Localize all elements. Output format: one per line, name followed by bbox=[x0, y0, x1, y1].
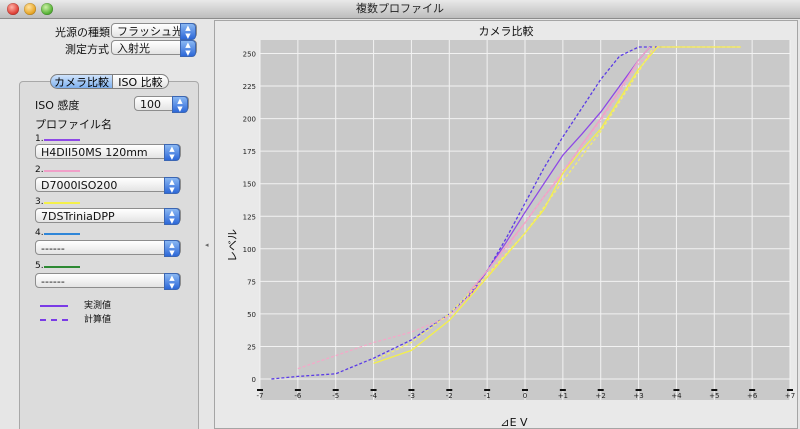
profile-number: 3. bbox=[35, 197, 44, 207]
profile-value: ------ bbox=[41, 275, 65, 288]
metering-select[interactable]: 入射光 ▲ ▼ bbox=[111, 40, 197, 57]
light-source-select[interactable]: フラッシュ光 ▲ ▼ bbox=[111, 23, 197, 40]
zoom-window-button[interactable] bbox=[41, 3, 53, 15]
close-window-button[interactable] bbox=[7, 3, 19, 15]
x-tick-label: +6 bbox=[747, 392, 758, 400]
iso-label: ISO 感度 bbox=[35, 99, 80, 112]
profile-number: 5. bbox=[35, 261, 44, 271]
profile-value: ------ bbox=[41, 242, 65, 255]
x-tick-label: 0 bbox=[523, 392, 527, 400]
x-tick-mark bbox=[446, 389, 453, 391]
profile-select-4[interactable]: ------ ▲ ▼ bbox=[35, 240, 181, 257]
x-tick-label: -1 bbox=[484, 392, 491, 400]
profile-number: 2. bbox=[35, 165, 44, 175]
y-tick-label: 75 bbox=[247, 278, 256, 286]
profile-value: H4DII50MS 120mm bbox=[41, 146, 148, 159]
y-axis-ticks: 0 25 50 75 100 125 150 175 200 225 250 bbox=[243, 51, 256, 384]
x-axis-ticks: -7 -6 -5 -4 -3 -2 -1 0 +1 +2 +3 +4 +5 +6 +7 bbox=[257, 389, 795, 400]
profile-color-swatch bbox=[44, 202, 80, 204]
y-tick-label: 0 bbox=[252, 376, 256, 384]
y-tick-label: 175 bbox=[243, 148, 256, 156]
x-tick-mark bbox=[749, 389, 756, 391]
profile-number: 1. bbox=[35, 134, 44, 144]
x-tick-label: -3 bbox=[408, 392, 415, 400]
split-view-handle[interactable]: ◂ bbox=[205, 241, 209, 249]
legend-measured-label: 実測値 bbox=[84, 301, 112, 311]
profile-select-2[interactable]: D7000ISO200 ▲ ▼ bbox=[35, 177, 181, 194]
x-tick-mark bbox=[673, 389, 680, 391]
metering-label: 測定方式 bbox=[65, 43, 109, 56]
x-tick-label: -2 bbox=[446, 392, 453, 400]
x-tick-mark bbox=[484, 389, 491, 391]
y-tick-label: 150 bbox=[243, 181, 256, 189]
x-tick-label: -6 bbox=[294, 392, 302, 400]
chevron-updown-icon: ▲ ▼ bbox=[172, 96, 188, 113]
metering-value: 入射光 bbox=[117, 42, 150, 55]
profile-color-swatch bbox=[44, 233, 80, 235]
iso-select[interactable]: 100 ▲ ▼ bbox=[134, 96, 189, 113]
minimize-window-button[interactable] bbox=[24, 3, 36, 15]
x-tick-mark bbox=[559, 389, 566, 391]
chevron-updown-icon: ▲ ▼ bbox=[164, 144, 180, 161]
y-tick-label: 250 bbox=[243, 51, 256, 59]
profile-color-swatch bbox=[44, 170, 80, 172]
chevron-updown-icon: ▲ ▼ bbox=[164, 208, 180, 225]
chevron-updown-icon: ▲ ▼ bbox=[180, 23, 196, 40]
x-tick-label: +4 bbox=[671, 392, 682, 400]
profile-color-swatch bbox=[44, 266, 80, 268]
chevron-updown-icon: ▲ ▼ bbox=[180, 40, 196, 57]
profile-value: D7000ISO200 bbox=[41, 179, 118, 192]
y-tick-label: 100 bbox=[243, 246, 256, 254]
legend-calculated-line bbox=[40, 319, 68, 321]
x-tick-mark bbox=[711, 389, 718, 391]
x-tick-label: -4 bbox=[370, 392, 378, 400]
y-tick-label: 25 bbox=[247, 343, 256, 351]
x-tick-mark bbox=[257, 389, 263, 391]
profile-color-swatch bbox=[44, 139, 80, 141]
x-tick-mark bbox=[522, 389, 528, 391]
window: 複数プロファイル 光源の種類 フラッシュ光 ▲ ▼ 測定方式 入射光 ▲ ▼ カメラ… bbox=[0, 0, 800, 429]
light-source-value: フラッシュ光 bbox=[117, 25, 183, 38]
legend-measured-line bbox=[40, 305, 68, 307]
light-source-label: 光源の種類 bbox=[55, 26, 110, 39]
y-axis-label: レベル bbox=[226, 229, 239, 262]
profile-number: 4. bbox=[35, 228, 44, 238]
profile-value: 7DSTriniaDPP bbox=[41, 210, 115, 223]
legend-calculated-label: 計算値 bbox=[84, 315, 112, 325]
x-tick-label: +2 bbox=[596, 392, 606, 400]
y-tick-label: 125 bbox=[243, 213, 256, 221]
x-tick-mark bbox=[294, 389, 301, 391]
x-tick-mark bbox=[597, 389, 604, 391]
x-tick-label: +7 bbox=[785, 392, 795, 400]
x-tick-mark bbox=[408, 389, 415, 391]
x-tick-label: +3 bbox=[633, 392, 643, 400]
y-tick-label: 50 bbox=[247, 311, 256, 319]
level-curve-chart: 0255075100125150175200225250 -7 -6 -5 -4 -3-… bbox=[226, 40, 795, 429]
chevron-updown-icon: ▲ ▼ bbox=[164, 273, 180, 290]
x-tick-label: -5 bbox=[332, 392, 339, 400]
x-tick-label: +5 bbox=[709, 392, 719, 400]
profile-select-3[interactable]: 7DSTriniaDPP ▲ ▼ bbox=[35, 208, 181, 225]
profile-heading: プロファイル名 bbox=[35, 118, 112, 131]
x-tick-mark bbox=[635, 389, 642, 391]
profile-select-5[interactable]: ------ ▲ ▼ bbox=[35, 273, 181, 290]
iso-value: 100 bbox=[140, 98, 161, 111]
chevron-updown-icon: ▲ ▼ bbox=[164, 177, 180, 194]
x-axis-label: ⊿E V bbox=[500, 416, 528, 429]
x-tick-label: +1 bbox=[558, 392, 568, 400]
x-tick-mark bbox=[332, 389, 339, 391]
y-tick-label: 200 bbox=[243, 116, 256, 124]
x-tick-mark bbox=[370, 389, 377, 391]
y-tick-label: 225 bbox=[243, 83, 256, 91]
tab-camera-compare[interactable]: カメラ比較 bbox=[50, 74, 113, 89]
chevron-updown-icon: ▲ ▼ bbox=[164, 240, 180, 257]
x-tick-label: -7 bbox=[257, 392, 264, 400]
window-title: 複数プロファイル bbox=[356, 2, 444, 15]
x-tick-mark bbox=[787, 389, 793, 391]
tab-iso-compare[interactable]: ISO 比較 bbox=[112, 74, 169, 89]
profile-select-1[interactable]: H4DII50MS 120mm ▲ ▼ bbox=[35, 144, 181, 161]
title-bar: 複数プロファイル bbox=[0, 0, 800, 19]
